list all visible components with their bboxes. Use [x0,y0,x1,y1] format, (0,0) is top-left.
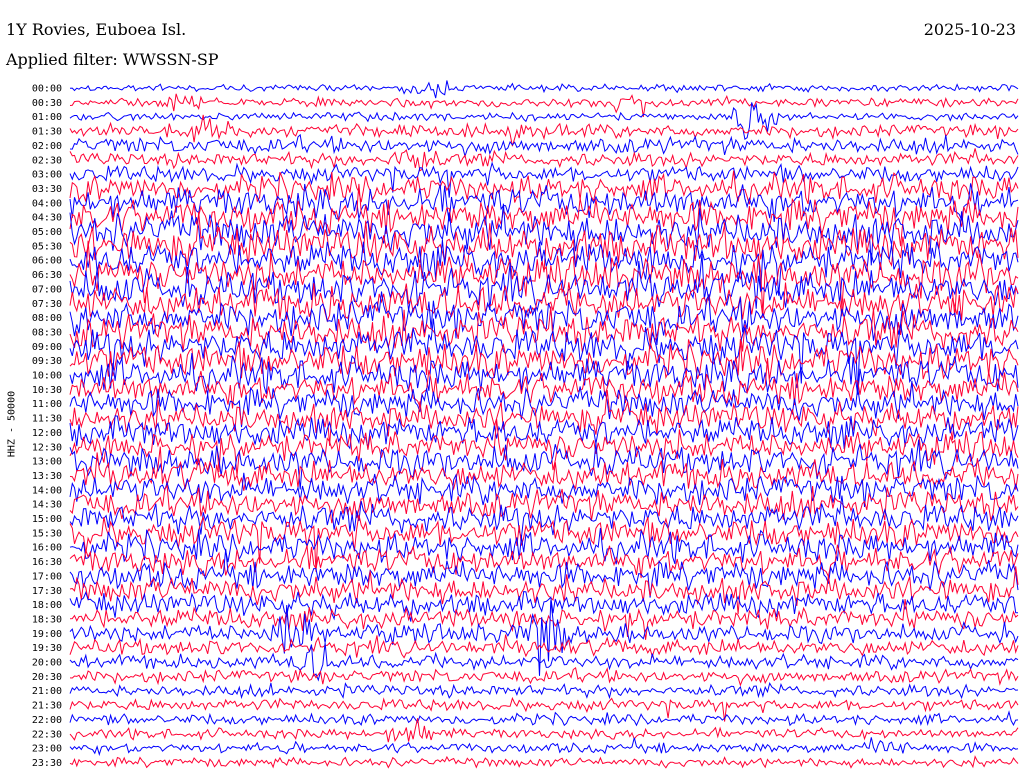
trace-line [69,600,1019,676]
time-tick-label: 19:00 [32,629,62,640]
time-tick-label: 05:00 [32,227,62,238]
time-tick-label: 22:30 [32,729,62,740]
time-tick-label: 09:00 [32,342,62,353]
trace-line [69,642,1019,682]
trace-line [69,544,1019,579]
time-tick-label: 04:00 [32,198,62,209]
trace-line [69,80,1019,99]
time-tick-label: 22:00 [32,715,62,726]
time-tick-label: 08:30 [32,327,62,338]
trace-line [69,737,1019,757]
trace-line [69,599,1019,640]
time-tick-label: 23:00 [32,744,62,755]
time-tick-label: 14:00 [32,485,62,496]
trace-line [69,710,1019,727]
trace-line [69,148,1019,172]
seismogram-plot: 00:00 00:30 01:00 01:30 02:00 02:30 03:00 03:30… [32,80,1019,769]
trace-line [69,353,1019,395]
time-tick-label: 16:30 [32,557,62,568]
time-tick-label: 18:00 [32,600,62,611]
time-tick-label: 21:00 [32,686,62,697]
time-tick-label: 00:30 [32,98,62,109]
trace-line [69,358,1019,409]
time-tick-label: 20:00 [32,658,62,669]
time-tick-label: 13:30 [32,471,62,482]
time-tick-label: 10:30 [32,385,62,396]
time-tick-label: 11:00 [32,399,62,410]
time-tick-label: 15:30 [32,528,62,539]
time-tick-label: 05:30 [32,241,62,252]
trace-line [69,514,1019,572]
trace-line [69,484,1019,524]
time-tick-label: 10:00 [32,371,62,382]
trace-line [69,696,1019,722]
time-tick-label: 01:00 [32,112,62,123]
time-tick-label: 00:00 [32,84,62,95]
trace-line [69,682,1019,700]
time-tick-label: 03:30 [32,184,62,195]
time-tick-label: 02:00 [32,141,62,152]
time-tick-label: 15:00 [32,514,62,525]
time-tick-label: 12:30 [32,442,62,453]
time-tick-label: 17:30 [32,586,62,597]
time-tick-label: 12:00 [32,428,62,439]
time-tick-label: 06:00 [32,256,62,267]
time-tick-label: 19:30 [32,643,62,654]
time-tick-label: 07:30 [32,299,62,310]
time-tick-label: 23:30 [32,758,62,769]
time-tick-label: 07:00 [32,284,62,295]
time-tick-label: 06:30 [32,270,62,281]
time-tick-label: 08:00 [32,313,62,324]
time-tick-label: 04:30 [32,213,62,224]
time-tick-label: 16:00 [32,543,62,554]
time-tick-label: 17:00 [32,571,62,582]
trace-line [69,472,1019,507]
time-tick-label: 11:30 [32,414,62,425]
time-tick-label: 03:00 [32,170,62,181]
time-tick-label: 13:00 [32,457,62,468]
time-tick-label: 20:30 [32,672,62,683]
trace-line [69,718,1019,743]
time-tick-label: 18:30 [32,614,62,625]
time-tick-label: 14:30 [32,500,62,511]
time-tick-label: 02:30 [32,155,62,166]
trace-line [69,93,1019,117]
trace-line [69,755,1019,769]
trace-line [69,667,1019,687]
trace-line [69,566,1019,615]
time-tick-label: 09:30 [32,356,62,367]
time-tick-label: 01:30 [32,127,62,138]
time-tick-label: 21:30 [32,701,62,712]
